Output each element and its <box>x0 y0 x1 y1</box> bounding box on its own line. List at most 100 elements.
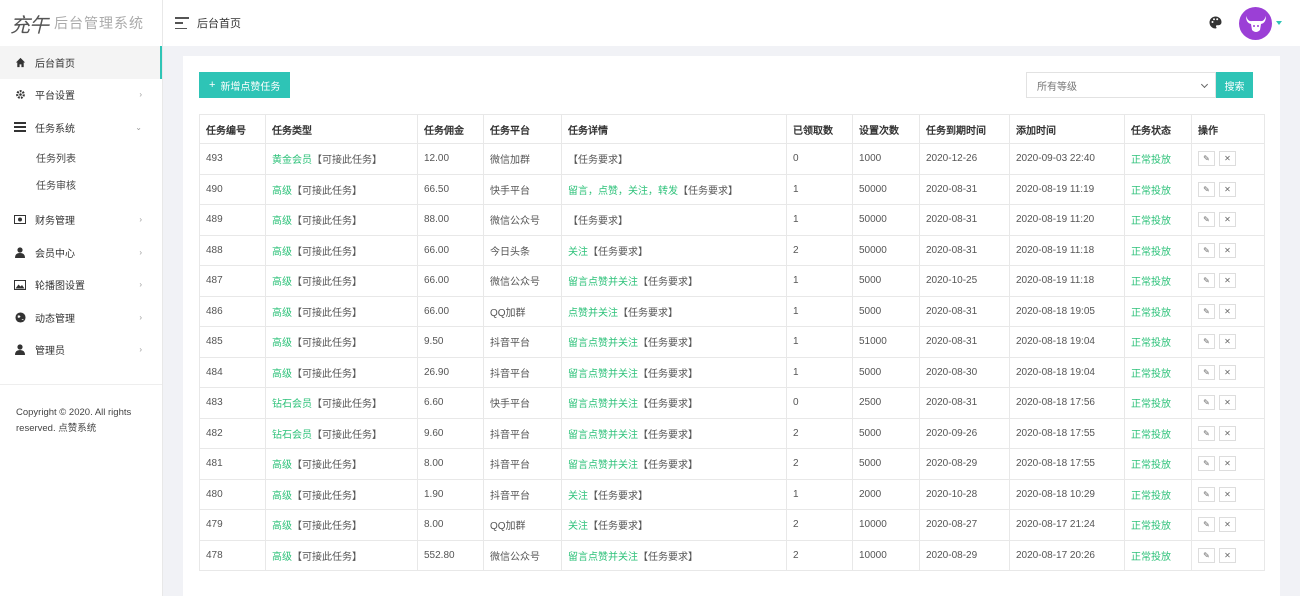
menu-toggle-icon[interactable] <box>175 17 189 29</box>
level-select[interactable]: 所有等级 <box>1026 72 1216 98</box>
edit-icon[interactable]: ✎ <box>1198 395 1215 411</box>
sidebar-item-members[interactable]: 会员中心 › <box>0 236 162 269</box>
edit-icon[interactable]: ✎ <box>1198 547 1215 563</box>
commission-cell: 88.00 <box>417 204 484 236</box>
edit-icon[interactable]: ✎ <box>1198 486 1215 502</box>
task-detail-cell: 【任务要求】 <box>561 204 787 236</box>
column-header: 设置次数 <box>852 114 920 144</box>
platform-cell: 抖音平台 <box>483 417 562 449</box>
actions-cell: ✎ ✕ <box>1191 417 1265 449</box>
task-type-tag: 高级 <box>272 490 292 502</box>
sidebar-item-carousel[interactable]: 轮播图设置 › <box>0 269 162 302</box>
row-actions: ✎ ✕ <box>1198 151 1258 167</box>
sidebar-item-platform-settings[interactable]: 平台设置 › <box>0 79 162 112</box>
column-header: 任务佣金 <box>417 114 484 144</box>
commission-cell: 8.00 <box>417 448 484 480</box>
close-icon[interactable]: ✕ <box>1219 181 1236 197</box>
edit-icon[interactable]: ✎ <box>1198 425 1215 441</box>
close-icon[interactable]: ✕ <box>1219 303 1236 319</box>
close-icon[interactable]: ✕ <box>1219 273 1236 289</box>
edit-icon[interactable]: ✎ <box>1198 181 1215 197</box>
task-id-cell: 488 <box>199 234 266 266</box>
expire-time-cell: 2020-10-25 <box>919 265 1010 297</box>
task-type-tag: 高级 <box>272 460 292 472</box>
chevron-down-icon: ⌄ <box>135 122 142 132</box>
task-type-cell: 高级【可接此任务】 <box>265 356 418 388</box>
sidebar-item-finance[interactable]: 财务管理 › <box>0 204 162 237</box>
close-icon[interactable]: ✕ <box>1219 242 1236 258</box>
sidebar-item-home[interactable]: 后台首页 <box>0 46 162 79</box>
edit-icon[interactable]: ✎ <box>1198 212 1215 228</box>
claimed-count-cell: 1 <box>786 265 853 297</box>
palette-icon[interactable] <box>1209 16 1222 29</box>
logo[interactable]: 充午 后台管理系统 <box>0 0 162 46</box>
task-id-cell: 489 <box>199 204 266 236</box>
task-type-note: 【可接此任务】 <box>292 338 362 350</box>
caret-down-icon[interactable] <box>1276 21 1282 25</box>
task-list-card: + 新增点赞任务 所有等级 搜索 任务编号 任务类型 任务佣金 任务平台 任务详… <box>183 56 1280 596</box>
close-icon[interactable]: ✕ <box>1219 486 1236 502</box>
search-button[interactable]: 搜索 <box>1216 72 1253 98</box>
sidebar-subitem-task-list[interactable]: 任务列表 <box>0 144 162 171</box>
edit-icon[interactable]: ✎ <box>1198 273 1215 289</box>
table-row: 484 高级【可接此任务】 26.90 抖音平台 留言点赞并关注【任务要求】 1 5000 2… <box>199 356 1265 388</box>
task-type-note: 【可接此任务】 <box>292 277 362 289</box>
task-detail-note: 【任务要求】 <box>638 429 698 441</box>
table-header-row: 任务编号 任务类型 任务佣金 任务平台 任务详情 已领取数 设置次数 任务到期时… <box>199 114 1265 144</box>
edit-icon[interactable]: ✎ <box>1198 303 1215 319</box>
close-icon[interactable]: ✕ <box>1219 212 1236 228</box>
sidebar-subitem-task-review[interactable]: 任务审核 <box>0 171 162 198</box>
edit-icon[interactable]: ✎ <box>1198 242 1215 258</box>
sidebar-item-news[interactable]: 动态管理 › <box>0 301 162 334</box>
edit-icon[interactable]: ✎ <box>1198 456 1215 472</box>
avatar[interactable] <box>1239 7 1272 40</box>
close-icon[interactable]: ✕ <box>1219 456 1236 472</box>
commission-cell: 66.00 <box>417 295 484 327</box>
sidebar-item-admin[interactable]: 管理员 › <box>0 334 162 367</box>
task-detail-tag: 关注 <box>568 490 588 502</box>
close-icon[interactable]: ✕ <box>1219 151 1236 167</box>
platform-cell: 快手平台 <box>483 387 562 419</box>
close-icon[interactable]: ✕ <box>1219 395 1236 411</box>
edit-icon[interactable]: ✎ <box>1198 334 1215 350</box>
close-icon[interactable]: ✕ <box>1219 334 1236 350</box>
column-header: 任务编号 <box>199 114 266 144</box>
edit-icon[interactable]: ✎ <box>1198 151 1215 167</box>
task-detail-cell: 留言点赞并关注【任务要求】 <box>561 417 787 449</box>
platform-cell: 抖音平台 <box>483 356 562 388</box>
edit-icon[interactable]: ✎ <box>1198 517 1215 533</box>
edit-icon[interactable]: ✎ <box>1198 364 1215 380</box>
task-detail-note: 【任务要求】 <box>568 216 628 228</box>
close-icon[interactable]: ✕ <box>1219 547 1236 563</box>
app-title: 后台管理系统 <box>54 15 144 31</box>
sidebar-item-task-system[interactable]: 任务系统 ⌄ <box>0 111 162 144</box>
commission-cell: 9.60 <box>417 417 484 449</box>
task-type-tag: 黄金会员 <box>272 155 312 167</box>
task-type-cell: 高级【可接此任务】 <box>265 265 418 297</box>
add-task-button[interactable]: + 新增点赞任务 <box>199 72 291 98</box>
close-icon[interactable]: ✕ <box>1219 517 1236 533</box>
sidebar-item-label: 动态管理 <box>35 313 75 325</box>
expire-time-cell: 2020-08-29 <box>919 448 1010 480</box>
task-detail-note: 【任务要求】 <box>588 521 648 533</box>
task-type-tag: 高级 <box>272 185 292 197</box>
task-type-note: 【可接此任务】 <box>292 490 362 502</box>
close-icon[interactable]: ✕ <box>1219 425 1236 441</box>
globe-icon <box>14 311 26 323</box>
column-header: 任务状态 <box>1124 114 1192 144</box>
row-actions: ✎ ✕ <box>1198 517 1258 533</box>
column-header: 任务平台 <box>483 114 562 144</box>
claimed-count-cell: 2 <box>786 539 853 571</box>
added-time-cell: 2020-08-19 11:18 <box>1009 234 1125 266</box>
admin-icon <box>14 344 26 356</box>
close-icon[interactable]: ✕ <box>1219 364 1236 380</box>
chevron-right-icon: › <box>139 215 142 225</box>
task-type-note: 【可接此任务】 <box>292 460 362 472</box>
task-detail-note: 【任务要求】 <box>568 155 628 167</box>
status-cell: 正常投放 <box>1124 326 1192 358</box>
expire-time-cell: 2020-08-30 <box>919 356 1010 388</box>
expire-time-cell: 2020-12-26 <box>919 143 1010 175</box>
added-time-cell: 2020-08-18 17:56 <box>1009 387 1125 419</box>
row-actions: ✎ ✕ <box>1198 486 1258 502</box>
task-id-cell: 481 <box>199 448 266 480</box>
